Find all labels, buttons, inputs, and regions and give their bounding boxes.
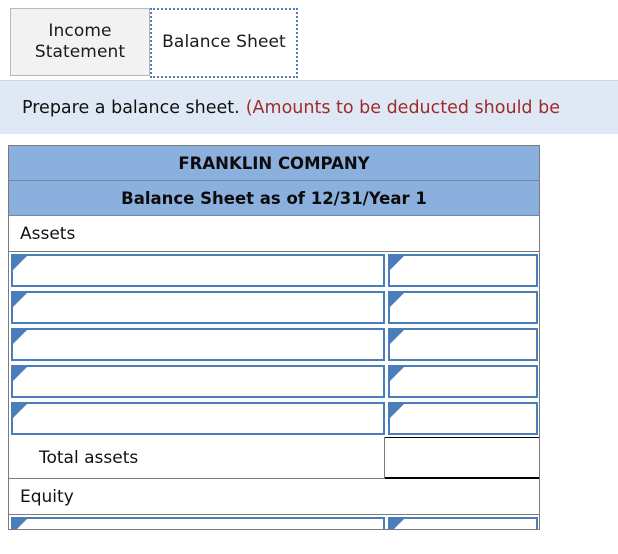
equity-account-input-1[interactable] <box>11 517 385 529</box>
dropdown-arrow-marker-icon <box>13 256 27 270</box>
asset-account-cell-5 <box>9 400 386 437</box>
asset-amount-input-1[interactable] <box>388 254 538 287</box>
asset-account-cell-4 <box>9 363 386 400</box>
total-assets-value <box>384 437 539 479</box>
dropdown-arrow-marker-icon <box>13 367 27 381</box>
assets-section-row: Assets <box>9 216 539 252</box>
asset-account-input-5[interactable] <box>11 402 385 435</box>
tab-balance-sheet[interactable]: Balance Sheet <box>150 8 298 78</box>
dropdown-arrow-marker-icon <box>13 519 27 529</box>
asset-amount-input-2[interactable] <box>388 291 538 324</box>
asset-account-input-3[interactable] <box>11 328 385 361</box>
table-row <box>9 400 539 437</box>
company-title-row: FRANKLIN COMPANY <box>9 146 539 181</box>
table-row <box>9 289 539 326</box>
dropdown-arrow-marker-icon <box>390 256 404 270</box>
balance-sheet-table: FRANKLIN COMPANY Balance Sheet as of 12/… <box>8 145 540 530</box>
asset-account-cell-2 <box>9 289 386 326</box>
asset-account-cell-3 <box>9 326 386 363</box>
instruction-main-text: Prepare a balance sheet. <box>22 97 240 118</box>
statement-title: Balance Sheet as of 12/31/Year 1 <box>9 181 539 216</box>
assets-section-label: Assets <box>9 216 539 252</box>
asset-amount-cell-5 <box>386 400 539 437</box>
asset-account-input-2[interactable] <box>11 291 385 324</box>
asset-account-cell-1 <box>9 252 386 289</box>
tab-income-statement[interactable]: Income Statement <box>10 8 150 76</box>
dropdown-arrow-marker-icon <box>13 293 27 307</box>
asset-amount-cell-3 <box>386 326 539 363</box>
total-assets-label: Total assets <box>9 437 385 479</box>
equity-account-cell-1 <box>9 515 386 529</box>
balance-sheet-worksheet-screen: Income Statement Balance Sheet Prepare a… <box>0 0 618 554</box>
equity-amount-cell-1 <box>386 515 539 529</box>
instruction-text: Prepare a balance sheet. (Amounts to be d… <box>0 98 560 118</box>
instruction-note-text: (Amounts to be deducted should be <box>245 97 560 118</box>
equity-section-label: Equity <box>9 479 539 515</box>
instruction-banner: Prepare a balance sheet. (Amounts to be d… <box>0 80 618 134</box>
table-row <box>9 363 539 400</box>
asset-amount-cell-4 <box>386 363 539 400</box>
dropdown-arrow-marker-icon <box>13 404 27 418</box>
worksheet-tab-strip: Income Statement Balance Sheet <box>0 0 618 80</box>
asset-amount-input-5[interactable] <box>388 402 538 435</box>
table-row <box>9 515 539 529</box>
total-assets-row: Total assets <box>9 437 539 479</box>
dropdown-arrow-marker-icon <box>390 404 404 418</box>
asset-amount-input-4[interactable] <box>388 365 538 398</box>
asset-amount-cell-1 <box>386 252 539 289</box>
company-title: FRANKLIN COMPANY <box>9 146 539 181</box>
asset-account-input-1[interactable] <box>11 254 385 287</box>
asset-account-input-4[interactable] <box>11 365 385 398</box>
equity-section-row: Equity <box>9 479 539 515</box>
asset-amount-input-3[interactable] <box>388 328 538 361</box>
tab-income-statement-label: Income Statement <box>34 20 126 62</box>
table-row <box>9 252 539 289</box>
dropdown-arrow-marker-icon <box>390 519 404 529</box>
asset-amount-cell-2 <box>386 289 539 326</box>
tab-balance-sheet-label: Balance Sheet <box>162 32 286 53</box>
dropdown-arrow-marker-icon <box>390 330 404 344</box>
dropdown-arrow-marker-icon <box>390 293 404 307</box>
table-row <box>9 326 539 363</box>
dropdown-arrow-marker-icon <box>13 330 27 344</box>
dropdown-arrow-marker-icon <box>390 367 404 381</box>
statement-title-row: Balance Sheet as of 12/31/Year 1 <box>9 181 539 216</box>
equity-amount-input-1[interactable] <box>388 517 538 529</box>
